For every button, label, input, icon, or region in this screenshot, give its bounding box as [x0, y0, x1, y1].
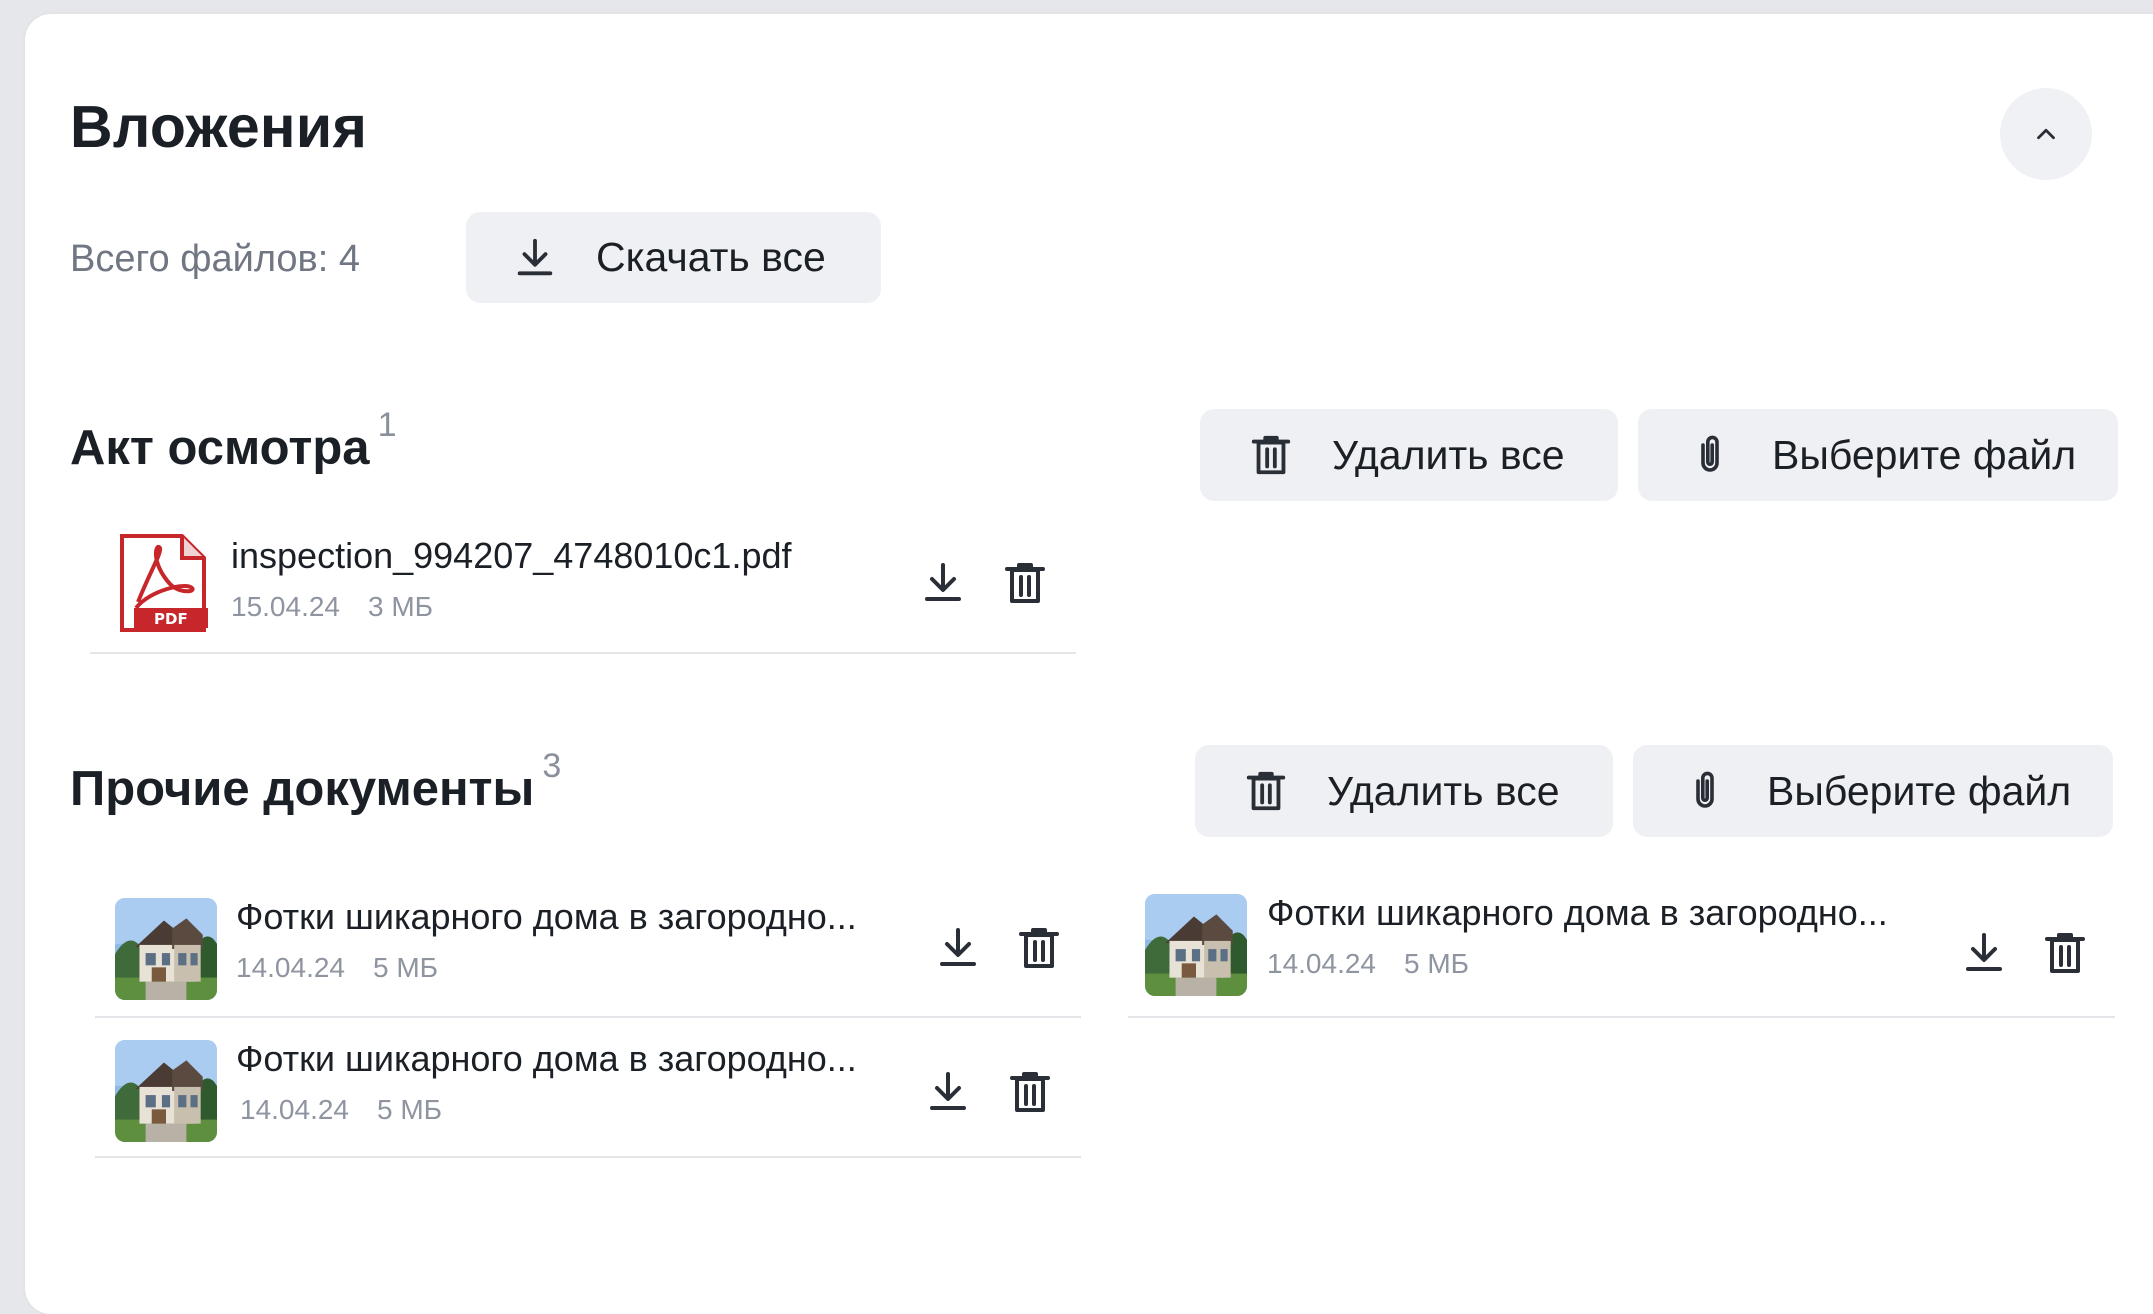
trash-icon [1006, 1068, 1054, 1116]
delete-file-button[interactable] [1004, 1066, 1056, 1118]
image-thumbnail [1145, 894, 1247, 996]
section-count: 1 [377, 406, 397, 444]
choose-file-label: Выберите файл [1767, 767, 2072, 814]
section-title-inspection: Акт осмотра 1 [70, 406, 397, 475]
file-date: 14.04.24 [240, 1094, 349, 1125]
download-file-button[interactable] [917, 557, 969, 609]
download-icon [1960, 929, 2008, 977]
collapse-button[interactable] [2000, 88, 2092, 180]
chevron-up-icon [2037, 128, 2055, 140]
pdf-icon: PDF [110, 532, 212, 634]
choose-file-button[interactable]: Выберите файл [1638, 409, 2118, 501]
paperclip-icon [1686, 431, 1734, 479]
delete-all-label: Удалить все [1327, 767, 1560, 814]
file-meta: 14.04.24 5 МБ [236, 951, 438, 985]
file-row: PDF inspection_994207_4748010c1.pdf 15.0… [90, 526, 1076, 654]
trash-icon [2041, 929, 2089, 977]
file-row: Фотки шикарного дома в загородно... 14.0… [95, 1030, 1081, 1158]
delete-all-button[interactable]: Удалить все [1200, 409, 1618, 501]
page-title: Вложения [70, 94, 368, 160]
download-icon [512, 235, 558, 281]
download-icon [924, 1068, 972, 1116]
file-meta: 14.04.24 5 МБ [1267, 947, 1469, 981]
section-title-other-documents: Прочие документы 3 [70, 747, 562, 816]
choose-file-button[interactable]: Выберите файл [1633, 745, 2113, 837]
total-files-label: Всего файлов: 4 [70, 238, 360, 280]
delete-all-button[interactable]: Удалить все [1195, 745, 1613, 837]
delete-file-button[interactable] [1013, 922, 1065, 974]
file-row: Фотки шикарного дома в загородно... 14.0… [1128, 890, 2115, 1018]
svg-text:PDF: PDF [154, 610, 188, 628]
download-icon [919, 559, 967, 607]
trash-icon [1248, 432, 1294, 478]
file-meta: 15.04.24 3 МБ [231, 590, 433, 624]
file-size: 3 МБ [368, 591, 434, 622]
download-file-button[interactable] [1958, 927, 2010, 979]
trash-icon [1001, 559, 1049, 607]
download-all-button[interactable]: Скачать все [466, 212, 881, 303]
file-name: Фотки шикарного дома в загородно... [1267, 892, 1888, 933]
file-meta: 14.04.24 5 МБ [240, 1093, 442, 1127]
download-icon [934, 924, 982, 972]
file-name: Фотки шикарного дома в загородно... [236, 896, 857, 937]
download-file-button[interactable] [932, 922, 984, 974]
delete-file-button[interactable] [2039, 927, 2091, 979]
file-date: 14.04.24 [236, 952, 345, 983]
section-count: 3 [542, 747, 562, 785]
image-thumbnail [115, 1040, 217, 1142]
trash-icon [1015, 924, 1063, 972]
paperclip-icon [1681, 767, 1729, 815]
choose-file-label: Выберите файл [1772, 431, 2077, 478]
download-file-button[interactable] [922, 1066, 974, 1118]
file-size: 5 МБ [377, 1094, 443, 1125]
file-row: Фотки шикарного дома в загородно... 14.0… [95, 890, 1081, 1018]
delete-all-label: Удалить все [1332, 431, 1565, 478]
delete-file-button[interactable] [999, 557, 1051, 609]
download-all-label: Скачать все [596, 234, 826, 280]
file-date: 14.04.24 [1267, 948, 1376, 979]
file-size: 5 МБ [373, 952, 439, 983]
file-size: 5 МБ [1404, 948, 1470, 979]
file-date: 15.04.24 [231, 591, 340, 622]
file-name: inspection_994207_4748010c1.pdf [231, 535, 792, 576]
file-name: Фотки шикарного дома в загородно... [236, 1038, 857, 1079]
image-thumbnail [115, 898, 217, 1000]
trash-icon [1243, 768, 1289, 814]
